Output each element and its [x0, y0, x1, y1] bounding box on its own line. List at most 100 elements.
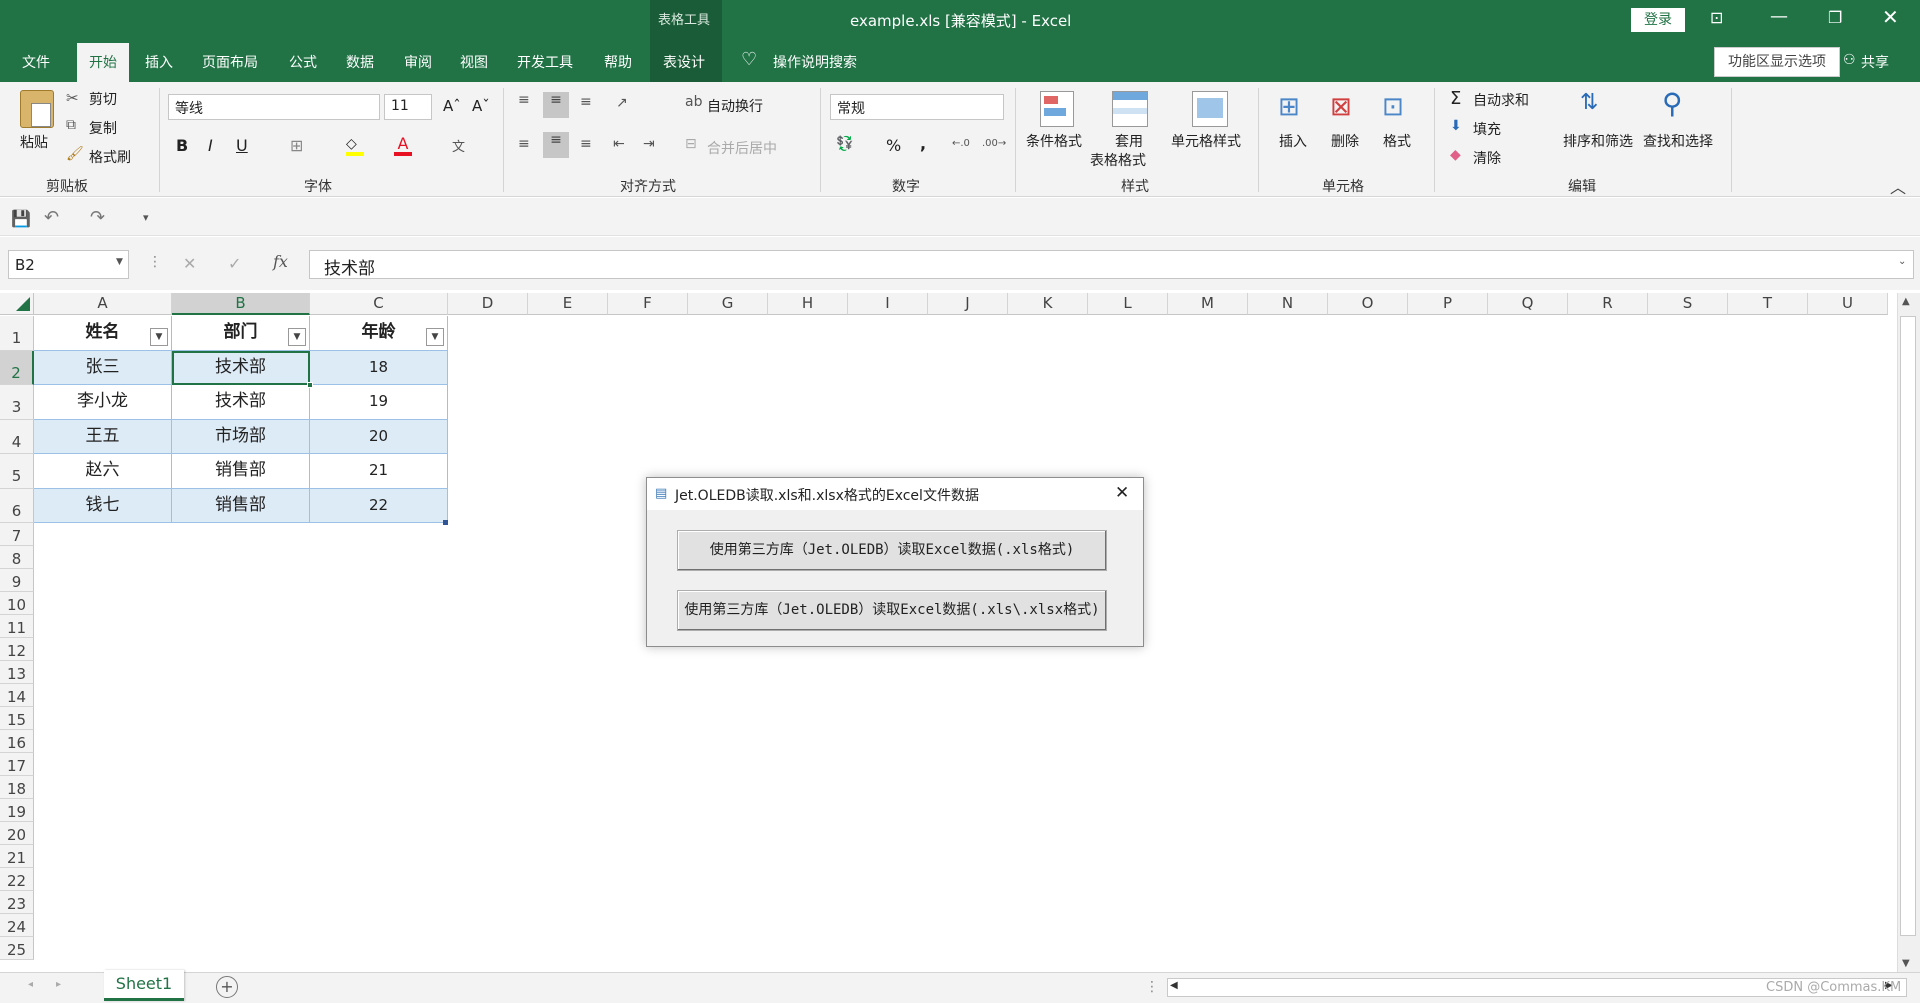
bold-button[interactable]: B	[176, 136, 188, 155]
filter-dropdown-icon[interactable]: ▼	[150, 328, 168, 346]
column-header[interactable]: D	[448, 293, 528, 315]
shrink-font-icon[interactable]: Aˇ	[472, 97, 490, 115]
table-cell-name[interactable]: 张三	[34, 350, 172, 385]
cell-styles-icon[interactable]	[1192, 91, 1228, 127]
formula-input[interactable]: 技术部	[309, 250, 1914, 279]
row-header[interactable]: 1	[0, 316, 34, 351]
merge-center-button[interactable]: 合并后居中	[707, 138, 777, 158]
close-icon[interactable]: ✕	[1882, 5, 1899, 29]
enter-icon[interactable]: ✓	[228, 254, 241, 273]
table-cell-name[interactable]: 钱七	[34, 488, 172, 523]
paste-icon[interactable]	[20, 90, 54, 128]
column-header[interactable]: J	[928, 293, 1008, 315]
autosum-button[interactable]: 自动求和	[1473, 90, 1529, 110]
row-header[interactable]: 14	[0, 684, 34, 707]
currency-icon[interactable]: 💱	[836, 136, 853, 152]
clear-button[interactable]: 清除	[1473, 148, 1501, 168]
tab-insert[interactable]: 插入	[145, 52, 173, 72]
row-header[interactable]: 7	[0, 523, 34, 546]
column-header[interactable]: A	[34, 293, 172, 315]
column-header[interactable]: C	[310, 293, 448, 315]
table-cell-dept[interactable]: 销售部	[172, 488, 310, 523]
wrap-text-icon[interactable]: ab	[685, 94, 702, 110]
read-xls-xlsx-button[interactable]: 使用第三方库（Jet.OLEDB）读取Excel数据(.xls\.xlsx格式)	[677, 590, 1107, 631]
sort-filter-button[interactable]: 排序和筛选	[1563, 131, 1633, 151]
split-handle-icon[interactable]: ⋮	[1145, 979, 1159, 995]
format-cells-icon[interactable]: ⊡	[1382, 92, 1404, 122]
tab-developer[interactable]: 开发工具	[517, 52, 573, 72]
fill-button[interactable]: 填充	[1473, 119, 1501, 139]
filter-dropdown-icon[interactable]: ▼	[288, 328, 306, 346]
format-as-table-icon[interactable]	[1112, 91, 1148, 127]
column-header[interactable]: M	[1168, 293, 1248, 315]
number-format-combo[interactable]: 常规	[830, 94, 1004, 120]
table-cell-name[interactable]: 王五	[34, 419, 172, 454]
fill-handle[interactable]	[307, 382, 313, 388]
row-header[interactable]: 12	[0, 638, 34, 661]
orientation-icon[interactable]: ↗	[616, 95, 628, 111]
column-header[interactable]: H	[768, 293, 848, 315]
row-header[interactable]: 19	[0, 799, 34, 822]
wrap-text-button[interactable]: 自动换行	[707, 96, 763, 116]
column-header[interactable]: L	[1088, 293, 1168, 315]
format-painter-icon[interactable]: 🖌	[66, 146, 84, 162]
increase-indent-icon[interactable]: ⇥	[643, 136, 655, 152]
row-header[interactable]: 11	[0, 615, 34, 638]
font-name-combo[interactable]: 等线	[168, 94, 380, 120]
tab-help[interactable]: 帮助	[604, 52, 632, 72]
find-select-icon[interactable]: ⚲	[1662, 87, 1683, 120]
column-header[interactable]: K	[1008, 293, 1088, 315]
insert-function-button[interactable]: fx	[273, 252, 288, 271]
filter-dropdown-icon[interactable]: ▼	[426, 328, 444, 346]
row-header[interactable]: 15	[0, 707, 34, 730]
row-header[interactable]: 13	[0, 661, 34, 684]
share-button[interactable]: 共享	[1861, 52, 1889, 72]
tab-page-layout[interactable]: 页面布局	[202, 52, 258, 72]
table-cell-name[interactable]: 赵六	[34, 454, 172, 489]
insert-cells-button[interactable]: 插入	[1279, 131, 1307, 151]
column-header[interactable]: F	[608, 293, 688, 315]
italic-button[interactable]: I	[208, 136, 213, 155]
table-cell-age[interactable]: 20	[310, 419, 448, 454]
table-cell-age[interactable]: 22	[310, 488, 448, 523]
decrease-decimal-icon[interactable]: .00→	[982, 138, 1006, 149]
column-header[interactable]: O	[1328, 293, 1408, 315]
column-header[interactable]: B	[172, 293, 310, 315]
cut-icon[interactable]: ✂	[66, 89, 79, 107]
add-sheet-icon[interactable]: +	[216, 976, 238, 998]
prev-sheet-icon[interactable]: ◂	[28, 979, 33, 990]
row-header[interactable]: 23	[0, 891, 34, 914]
copy-button[interactable]: 复制	[89, 118, 117, 138]
row-header[interactable]: 4	[0, 419, 34, 454]
align-left-icon[interactable]: ≡	[518, 136, 530, 152]
row-header[interactable]: 8	[0, 546, 34, 569]
scroll-up-icon[interactable]: ▲	[1902, 296, 1910, 307]
row-header[interactable]: 25	[0, 937, 34, 960]
table-cell-dept[interactable]: 技术部	[172, 385, 310, 420]
tab-data[interactable]: 数据	[346, 52, 374, 72]
format-painter-button[interactable]: 格式刷	[89, 147, 131, 167]
delete-cells-icon[interactable]: ⊠	[1330, 92, 1352, 122]
align-bottom-icon[interactable]: ≡	[580, 94, 592, 110]
name-box[interactable]: B2	[8, 250, 129, 279]
vertical-scroll-thumb[interactable]	[1900, 316, 1916, 936]
tab-view[interactable]: 视图	[460, 52, 488, 72]
table-cell-dept[interactable]: 销售部	[172, 454, 310, 489]
table-resize-handle[interactable]	[443, 520, 448, 525]
grow-font-icon[interactable]: Aˆ	[443, 97, 461, 115]
column-header[interactable]: T	[1728, 293, 1808, 315]
row-header[interactable]: 16	[0, 730, 34, 753]
conditional-format-icon[interactable]	[1040, 91, 1074, 127]
row-header[interactable]: 20	[0, 822, 34, 845]
increase-decimal-icon[interactable]: ←.0	[952, 138, 970, 149]
cut-button[interactable]: 剪切	[89, 89, 117, 109]
align-center-icon[interactable]: ≡	[543, 132, 569, 158]
scroll-down-icon[interactable]: ▼	[1902, 958, 1910, 969]
paste-button[interactable]: 粘贴	[20, 132, 48, 152]
column-header[interactable]: G	[688, 293, 768, 315]
underline-button[interactable]: U	[236, 136, 248, 155]
find-select-button[interactable]: 查找和选择	[1643, 131, 1713, 151]
align-right-icon[interactable]: ≡	[580, 136, 592, 152]
restore-icon[interactable]: ❐	[1828, 8, 1842, 27]
undo-icon[interactable]: ↶	[44, 207, 59, 228]
